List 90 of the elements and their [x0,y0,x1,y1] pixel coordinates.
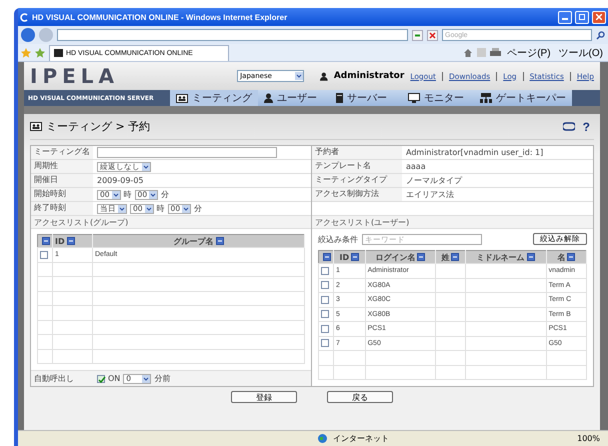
field-value: 2009-09-05 [97,176,144,185]
user-name: Administrator [334,71,404,81]
zone-label: インターネット [333,433,389,444]
collapse-icon[interactable] [66,237,75,246]
collapse-icon[interactable] [526,253,535,262]
person-icon [320,72,328,80]
field-label: 終了時刻 [31,202,93,215]
collapse-icon[interactable] [323,253,331,262]
section-title: アクセスリスト(ユーザー) [312,216,593,229]
text-field[interactable] [97,147,277,158]
zoom-level[interactable]: 100% [577,434,600,443]
section-title: アクセスリスト(グループ) [31,216,311,229]
server-icon [336,93,343,103]
field-label: 開始時刻 [31,188,93,201]
checkbox[interactable] [321,310,329,318]
field-label: 絞込み条件 [318,234,358,244]
checkbox[interactable] [40,250,48,259]
form-button[interactable]: 戻る [327,391,393,403]
dropdown-arrow-icon [144,204,153,212]
field-label: 予約者 [312,146,402,159]
people-board-icon [30,122,42,131]
field-label: ミーティングタイプ [312,174,402,187]
star-icon[interactable] [21,48,31,58]
minimize-button[interactable] [558,10,572,24]
collapse-icon[interactable] [567,253,576,262]
dropdown-arrow-icon [118,204,126,212]
nav-tab[interactable]: サーバー [330,90,402,106]
field-label: 開催日 [31,174,93,187]
dropdown-arrow-icon [142,374,150,382]
checkbox[interactable] [321,324,329,333]
collapse-icon[interactable] [417,253,426,262]
refresh-button[interactable] [412,30,423,40]
field-label: 周期性 [31,160,93,173]
field-value: 時 [124,189,132,200]
close-icon [429,32,436,38]
window-title: HD VISUAL COMMUNICATION ONLINE - Windows Internet Explorer [32,12,288,22]
browser-logo-icon [20,12,29,22]
collapse-icon[interactable] [451,253,460,262]
network-icon [480,93,492,103]
form-button[interactable]: 登録 [231,391,297,403]
search-icon[interactable] [596,30,605,40]
checkbox[interactable] [321,339,329,348]
close-icon [596,14,602,20]
collapse-icon[interactable] [351,253,360,262]
nav-tab[interactable]: モニター [402,90,474,106]
field-value: ノーマルタイプ [406,175,462,186]
add-favorite-icon[interactable] [35,48,45,58]
home-icon[interactable] [463,48,474,58]
maximize-button[interactable] [575,10,589,24]
dropdown-arrow-icon [295,72,304,80]
field-label: アクセス制御方法 [312,188,402,201]
help-button[interactable]: ? [578,120,594,134]
field-label: 自動呼出し [33,372,75,384]
dropdown-arrow-icon [149,190,158,198]
nav-tab[interactable]: ゲートキーパー [474,90,572,106]
globe-icon [318,434,327,443]
monitor-icon [408,93,420,103]
stop-button[interactable] [427,30,438,40]
checkbox[interactable] [321,281,329,290]
field-value: aaaa [406,162,426,171]
nav-tab[interactable]: ミーティング [170,90,258,106]
field-value: 分 [194,203,202,214]
field-value: 分 [161,189,170,200]
logo: IPELA [30,64,120,88]
field-value: Administrator[vnadmin user_id: 1] [406,148,544,157]
address-field[interactable] [57,29,408,41]
toolbar-menu[interactable]: ツール(O) [556,46,605,60]
people-board-icon [176,94,188,102]
checkbox-label: ON [108,374,120,383]
person-icon [264,93,273,103]
field-label: ミーティング名 [31,146,93,159]
dropdown-arrow-icon [142,162,150,170]
field-label: テンプレート名 [312,160,402,173]
nav-tab[interactable]: ユーザー [258,90,330,106]
checkbox[interactable] [321,296,329,304]
checkbox[interactable] [321,266,329,275]
checkbox[interactable] [97,374,105,382]
toolbar-menu[interactable]: ページ(P) [505,46,553,60]
dropdown-arrow-icon [112,190,120,198]
close-button[interactable] [592,10,606,24]
dropdown-arrow-icon [182,204,190,212]
field-value: 時 [156,203,165,214]
maximize-icon [579,14,585,20]
printer-icon[interactable] [490,48,502,57]
field-value: エイリアス法 [406,189,454,200]
page-title: ミーティング > 予約 [46,119,152,134]
back-button[interactable] [21,28,35,42]
collapse-icon[interactable] [42,237,50,246]
collapse-icon[interactable] [216,237,224,246]
field-value: 分前 [154,373,170,384]
